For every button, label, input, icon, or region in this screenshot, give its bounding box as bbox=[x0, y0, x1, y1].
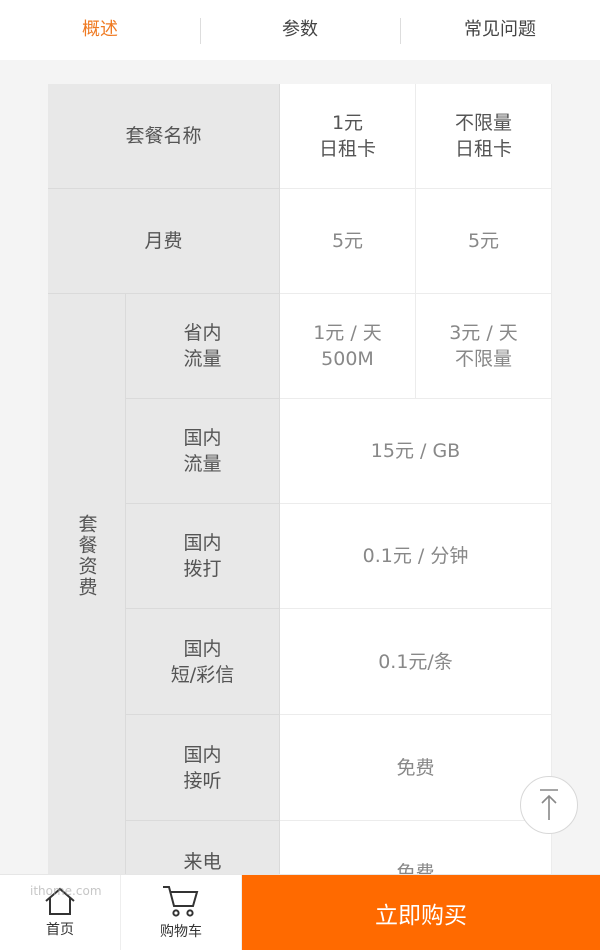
plan-a-fee: 5元 bbox=[280, 189, 416, 294]
plan-a-name: 1元 日租卡 bbox=[280, 84, 416, 189]
cart-button[interactable]: 购物车 bbox=[121, 875, 242, 950]
row-label-domestic-calls: 国内 拨打 bbox=[126, 504, 280, 609]
row-label-domestic-answer: 国内 接听 bbox=[126, 715, 280, 821]
plan-table: 套餐名称 1元 日租卡 不限量 日租卡 月费 5元 5元 套餐资费 省内 流量 … bbox=[48, 84, 552, 874]
row-label-domestic-data: 国内 流量 bbox=[126, 399, 280, 504]
row-label-provincial-data: 省内 流量 bbox=[126, 294, 280, 399]
group-label-fees: 套餐资费 bbox=[48, 294, 126, 874]
tab-faq[interactable]: 常见问题 bbox=[400, 0, 600, 60]
value-domestic-answer: 免费 bbox=[280, 715, 552, 821]
cart-label: 购物车 bbox=[160, 924, 202, 940]
row-label-caller-id: 来电 显示 bbox=[126, 821, 280, 874]
row-label-domestic-sms: 国内 短/彩信 bbox=[126, 609, 280, 715]
plan-b-name: 不限量 日租卡 bbox=[416, 84, 552, 189]
value-caller-id: 免费 bbox=[280, 821, 552, 874]
value-domestic-calls: 0.1元 / 分钟 bbox=[280, 504, 552, 609]
value-domestic-data: 15元 / GB bbox=[280, 399, 552, 504]
arrow-up-icon bbox=[540, 789, 558, 820]
monthly-fee-label: 月费 bbox=[48, 189, 280, 294]
tab-parameters[interactable]: 参数 bbox=[200, 0, 400, 60]
back-to-top-button[interactable] bbox=[520, 776, 578, 834]
plan-a-provincial-data: 1元 / 天 500M bbox=[280, 294, 416, 399]
tab-overview[interactable]: 概述 bbox=[0, 0, 200, 60]
plan-b-provincial-data: 3元 / 天 不限量 bbox=[416, 294, 552, 399]
cart-icon bbox=[163, 886, 199, 917]
watermark: ithome.com bbox=[30, 884, 102, 898]
home-label: 首页 bbox=[46, 922, 74, 938]
plan-b-fee: 5元 bbox=[416, 189, 552, 294]
value-domestic-sms: 0.1元/条 bbox=[280, 609, 552, 715]
buy-now-button[interactable]: 立即购买 bbox=[242, 875, 600, 950]
plan-name-label: 套餐名称 bbox=[48, 84, 280, 189]
top-tab-bar: 概述 参数 常见问题 bbox=[0, 0, 600, 60]
